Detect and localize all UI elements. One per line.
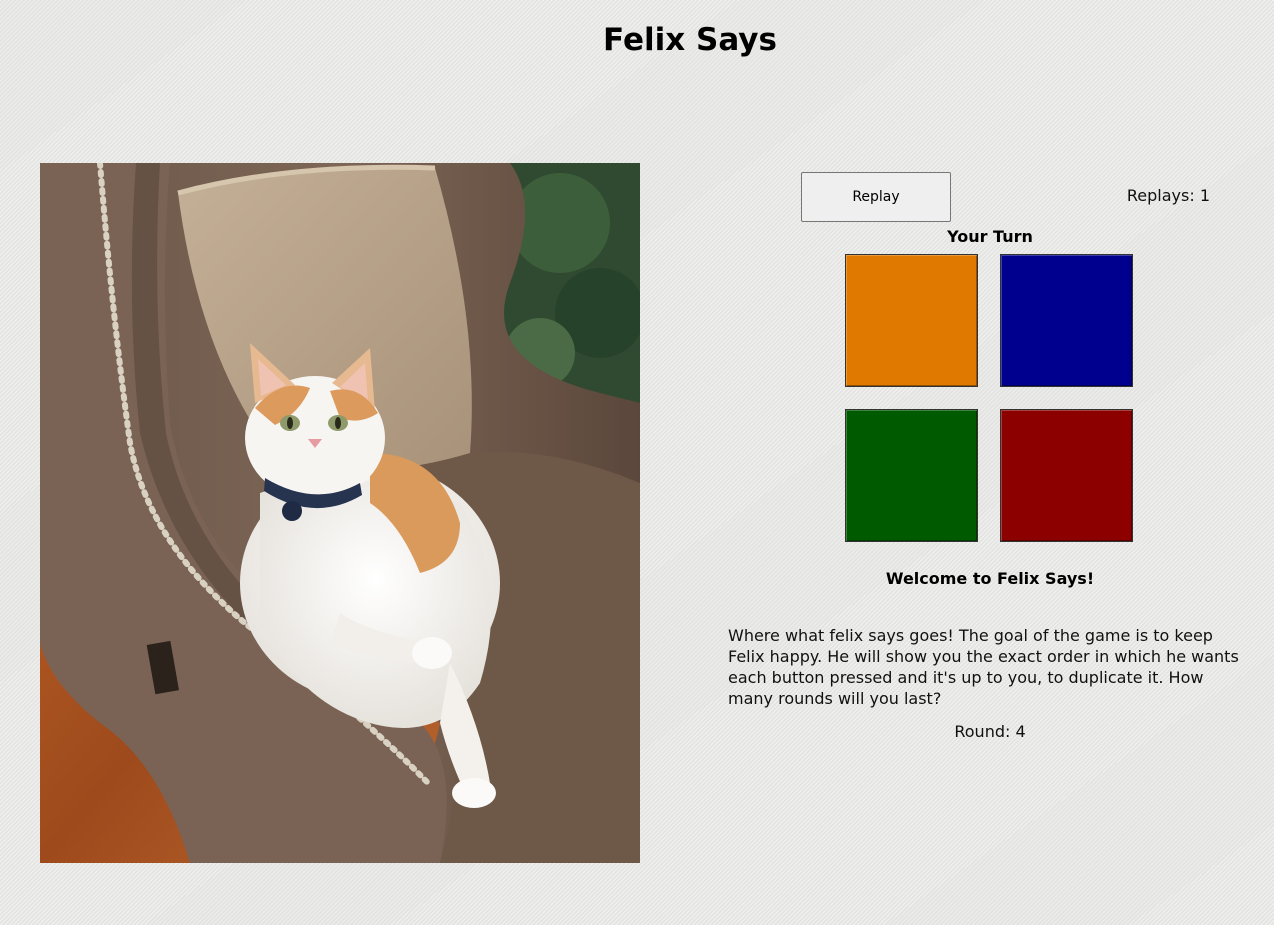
replay-button[interactable]: Replay [801,172,951,222]
replays-counter: Replays: 1 [1126,186,1210,205]
red-pad-button[interactable] [1000,409,1133,542]
game-description: Where what felix says goes! The goal of … [728,626,1239,708]
game-panel: Replay Replays: 1 Your Turn Welcome to F… [700,163,1274,863]
welcome-heading: Welcome to Felix Says! [885,569,1095,588]
orange-pad-button[interactable] [845,254,978,387]
page-title: Felix Says [603,22,777,58]
blue-pad-button[interactable] [1000,254,1133,387]
green-pad-button[interactable] [845,409,978,542]
round-counter: Round: 4 [954,722,1026,741]
turn-status: Your Turn [947,227,1033,246]
felix-cat-photo [40,163,640,863]
